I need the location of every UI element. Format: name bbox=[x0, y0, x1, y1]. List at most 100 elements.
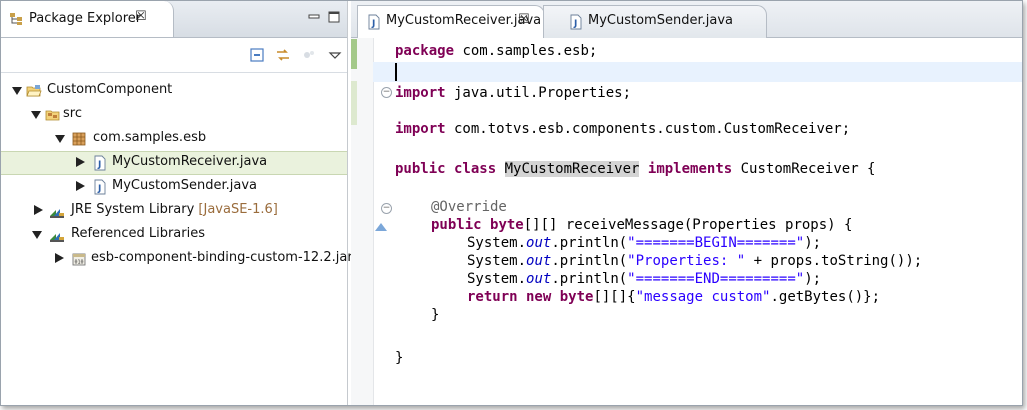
code-text: ); bbox=[804, 235, 822, 251]
code-line: public class MyCustomReceiver implements… bbox=[395, 160, 875, 178]
view-menu-icon[interactable] bbox=[327, 47, 343, 63]
tab-label: MyCustomSender.java bbox=[588, 13, 733, 28]
expanded-arrow-icon[interactable] bbox=[55, 135, 65, 143]
code-text: [][] receiveMessage(Properties props) { bbox=[523, 217, 853, 233]
code-text: + props.toString()); bbox=[745, 253, 923, 269]
code-line: System.out.println("=======BEGIN======="… bbox=[467, 234, 821, 252]
code-line: } bbox=[395, 349, 403, 367]
svg-text:J: J bbox=[97, 184, 101, 194]
code-text: } bbox=[395, 350, 404, 366]
class-name-highlight: MyCustomReceiver bbox=[504, 161, 640, 177]
svg-text:J: J bbox=[97, 160, 101, 170]
close-icon[interactable]: ☒ bbox=[518, 12, 530, 27]
collapsed-arrow-icon[interactable] bbox=[76, 157, 85, 167]
current-line-highlight bbox=[373, 62, 1022, 82]
tree-label: esb-component-binding-custom-12.2.jar bbox=[91, 250, 353, 265]
library-icon bbox=[50, 233, 64, 242]
editor-tabbar: J MyCustomReceiver.java ☒ J MyCustomSend… bbox=[351, 1, 1022, 38]
tree-item-customcomponent[interactable]: CustomComponent bbox=[1, 79, 347, 103]
fold-toggle-icon[interactable]: − bbox=[381, 203, 392, 214]
collapsed-arrow-icon[interactable] bbox=[55, 253, 64, 263]
code-line: public byte[][] receiveMessage(Propertie… bbox=[431, 216, 852, 234]
code-line: } bbox=[431, 306, 439, 324]
jar-icon: 010 bbox=[72, 253, 86, 266]
static-field: out bbox=[526, 271, 552, 287]
tree-label: com.samples.esb bbox=[93, 130, 207, 145]
keyword: return new bbox=[467, 289, 552, 305]
eclipse-window: Package Explorer ☒ CustomComponent src c… bbox=[0, 0, 1023, 406]
keyword: import bbox=[395, 85, 446, 101]
focus-icon bbox=[304, 51, 314, 58]
project-folder-icon bbox=[26, 85, 42, 97]
java-file-icon: J bbox=[570, 14, 582, 30]
tree-item-package[interactable]: com.samples.esb bbox=[1, 127, 347, 151]
tree-item-mycustomsender[interactable]: J MyCustomSender.java bbox=[1, 175, 347, 199]
tree-item-referenced-libraries[interactable]: Referenced Libraries bbox=[1, 223, 347, 247]
override-marker-icon bbox=[375, 223, 387, 231]
java-file-icon: J bbox=[368, 14, 380, 30]
tree-item-mycustomreceiver[interactable]: J MyCustomReceiver.java bbox=[1, 151, 347, 175]
text-caret bbox=[395, 63, 397, 81]
tree-label: src bbox=[63, 106, 82, 121]
tab-mycustomsender[interactable]: J MyCustomSender.java bbox=[543, 5, 767, 38]
code-text: } bbox=[431, 307, 440, 323]
string-literal: "message custom" bbox=[635, 289, 771, 305]
source-folder-icon bbox=[45, 110, 60, 121]
tree-label: JRE System Library [JavaSE-1.6] bbox=[71, 202, 278, 217]
library-icon bbox=[50, 209, 64, 218]
tree-item-jre-system-library[interactable]: JRE System Library [JavaSE-1.6] bbox=[1, 199, 347, 223]
keyword: public bbox=[431, 217, 482, 233]
annotation: @Override bbox=[431, 199, 507, 215]
expanded-arrow-icon[interactable] bbox=[31, 111, 41, 119]
svg-text:J: J bbox=[371, 19, 375, 29]
svg-text:010: 010 bbox=[75, 260, 84, 266]
collapse-all-icon[interactable] bbox=[249, 47, 265, 63]
svg-text:J: J bbox=[573, 19, 577, 29]
keyword: package bbox=[395, 43, 455, 59]
expanded-arrow-icon[interactable] bbox=[32, 231, 42, 239]
code-text: ); bbox=[804, 271, 822, 287]
java-file-icon: J bbox=[94, 179, 106, 195]
keyword: public class bbox=[395, 161, 497, 177]
package-explorer-view: Package Explorer ☒ CustomComponent src c… bbox=[1, 1, 353, 405]
code-text: [][]{ bbox=[593, 289, 636, 305]
code-text: System. bbox=[467, 253, 527, 269]
minimize-icon[interactable] bbox=[308, 11, 320, 23]
code-text: com.samples.esb; bbox=[454, 43, 598, 59]
string-literal: "=======BEGIN=======" bbox=[627, 235, 805, 251]
keyword: import bbox=[395, 121, 446, 137]
static-field: out bbox=[526, 235, 552, 251]
code-text: System. bbox=[467, 235, 527, 251]
code-text: .println( bbox=[551, 271, 628, 287]
fold-toggle-icon[interactable]: − bbox=[381, 87, 392, 98]
java-file-icon: J bbox=[94, 155, 106, 171]
keyword: byte bbox=[490, 217, 524, 233]
code-text: .println( bbox=[551, 235, 628, 251]
code-text: .getBytes()}; bbox=[770, 289, 881, 305]
tree-item-jar[interactable]: 010 esb-component-binding-custom-12.2.ja… bbox=[1, 247, 353, 271]
code-text: .println( bbox=[551, 253, 628, 269]
tree-label: Referenced Libraries bbox=[71, 226, 205, 241]
collapsed-arrow-icon[interactable] bbox=[34, 205, 43, 215]
string-literal: "Properties: " bbox=[627, 253, 746, 269]
code-text: CustomReceiver { bbox=[732, 161, 876, 177]
tree-item-src[interactable]: src bbox=[1, 103, 347, 127]
expanded-arrow-icon[interactable] bbox=[12, 87, 22, 95]
maximize-icon[interactable] bbox=[328, 11, 340, 23]
link-with-editor-icon[interactable] bbox=[275, 47, 291, 63]
change-marker bbox=[351, 81, 357, 125]
code-text: java.util.Properties; bbox=[445, 85, 632, 101]
change-marker bbox=[351, 39, 357, 69]
tab-mycustomreceiver[interactable]: J MyCustomReceiver.java ☒ bbox=[357, 5, 545, 38]
package-explorer-icon bbox=[10, 13, 22, 25]
code-line: System.out.println("=======END========="… bbox=[467, 270, 821, 288]
collapsed-arrow-icon[interactable] bbox=[76, 181, 85, 191]
code-line: package com.samples.esb; bbox=[395, 42, 597, 60]
close-icon[interactable]: ☒ bbox=[135, 9, 147, 24]
tab-package-explorer[interactable]: Package Explorer ☒ bbox=[1, 1, 174, 37]
string-literal: "=======END=========" bbox=[627, 271, 805, 287]
code-line: import com.totvs.esb.components.custom.C… bbox=[395, 120, 850, 138]
static-field: out bbox=[526, 253, 552, 269]
package-explorer-tabbar: Package Explorer ☒ bbox=[1, 1, 347, 38]
tree-label: MyCustomSender.java bbox=[112, 178, 257, 193]
